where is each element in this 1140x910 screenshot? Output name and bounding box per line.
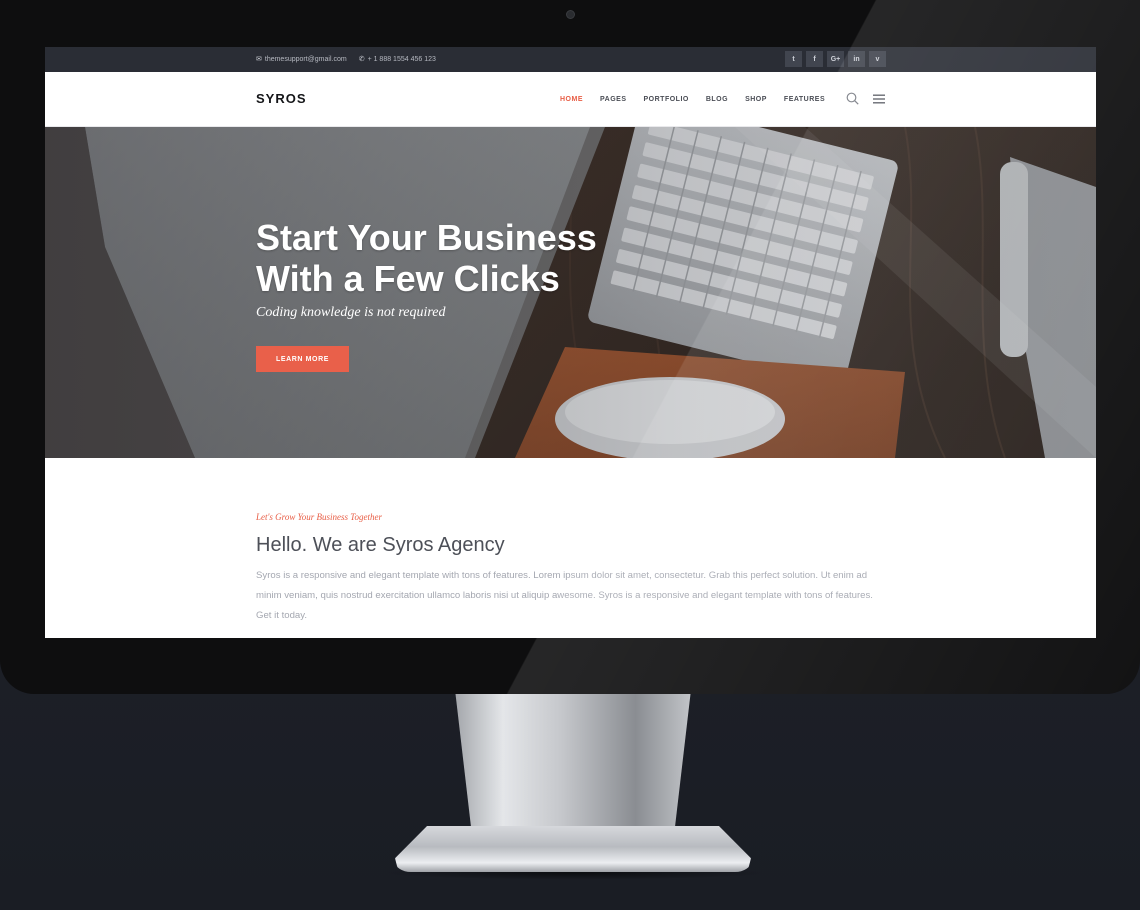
nav-item-features[interactable]: FEATURES <box>784 96 825 103</box>
hero-title-line-2: With a Few Clicks <box>256 258 560 299</box>
nav-item-home[interactable]: HOME <box>560 96 583 103</box>
learn-more-button[interactable]: LEARN MORE <box>256 346 349 372</box>
nav-item-portfolio[interactable]: PORTFOLIO <box>644 96 689 103</box>
facebook-icon[interactable]: f <box>806 51 823 67</box>
top-bar: ✉ themesupport@gmail.com ✆ + 1 888 1554 … <box>45 47 1096 72</box>
nav-item-shop[interactable]: SHOP <box>745 96 767 103</box>
search-icon[interactable] <box>846 92 859 105</box>
linkedin-icon[interactable]: in <box>848 51 865 67</box>
hero-title-line-1: Start Your Business <box>256 217 597 258</box>
email-text: themesupport@gmail.com <box>264 55 347 63</box>
website-screen: ✉ themesupport@gmail.com ✆ + 1 888 1554 … <box>45 47 1096 638</box>
hero-section: Start Your Business With a Few Clicks Co… <box>45 127 1096 458</box>
contact-info: ✉ themesupport@gmail.com ✆ + 1 888 1554 … <box>256 55 436 64</box>
social-links: t f G+ in v <box>785 51 886 67</box>
main-navbar: SYROS HOME PAGES PORTFOLIO BLOG SHOP FEA… <box>45 72 1096 127</box>
email-contact[interactable]: ✉ themesupport@gmail.com <box>256 55 347 64</box>
monitor-bezel: ✉ themesupport@gmail.com ✆ + 1 888 1554 … <box>0 0 1140 694</box>
nav-icons <box>846 92 885 105</box>
vimeo-icon[interactable]: v <box>869 51 886 67</box>
google-plus-icon[interactable]: G+ <box>827 51 844 67</box>
monitor-stand-base <box>395 826 751 872</box>
phone-text: + 1 888 1554 456 123 <box>367 55 436 63</box>
main-nav: HOME PAGES PORTFOLIO BLOG SHOP FEATURES <box>560 96 825 103</box>
camera-dot <box>566 10 575 19</box>
phone-icon: ✆ <box>358 56 365 63</box>
intro-body: Syros is a responsive and elegant templa… <box>256 570 873 621</box>
envelope-icon: ✉ <box>256 56 262 63</box>
phone-contact[interactable]: ✆ + 1 888 1554 456 123 <box>358 55 436 64</box>
intro-heading: Hello. We are Syros Agency <box>256 534 505 556</box>
intro-section: Let's Grow Your Business Together Hello.… <box>256 512 888 626</box>
monitor-stand-neck <box>455 694 691 844</box>
nav-item-pages[interactable]: PAGES <box>600 96 627 103</box>
hero-title: Start Your Business With a Few Clicks <box>256 217 676 299</box>
twitter-icon[interactable]: t <box>785 51 802 67</box>
nav-item-blog[interactable]: BLOG <box>706 96 728 103</box>
menu-icon[interactable] <box>873 94 885 104</box>
intro-eyebrow: Let's Grow Your Business Together <box>256 512 382 522</box>
site-logo[interactable]: SYROS <box>256 91 307 106</box>
hero-subtitle: Coding knowledge is not required <box>256 305 446 320</box>
